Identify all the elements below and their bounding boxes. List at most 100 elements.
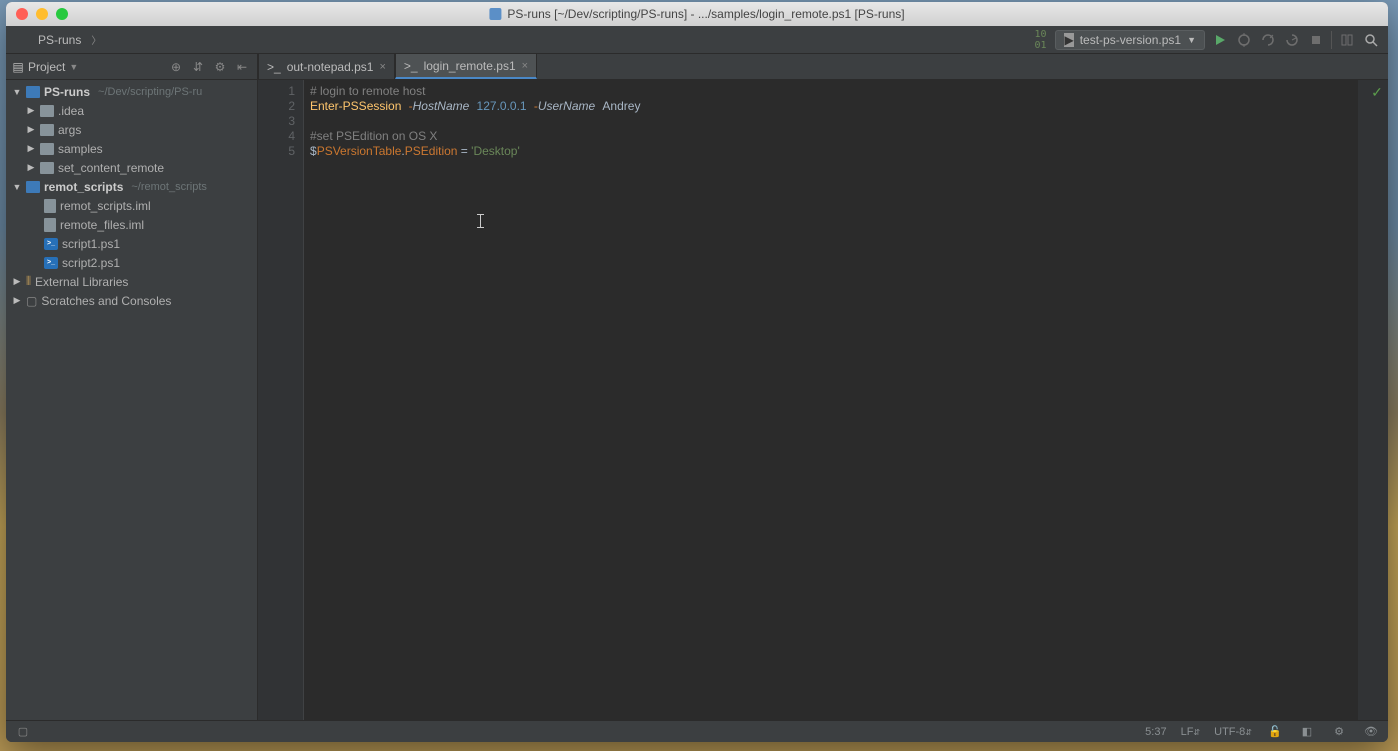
tab-out-notepad[interactable]: >_ out-notepad.ps1 × [258,54,395,79]
line-number: 5 [258,144,295,159]
scratches-icon: ▢ [26,294,37,308]
close-tab-icon[interactable]: × [522,60,528,72]
editor-tabbar: >_ out-notepad.ps1 × >_ login_remote.ps1… [258,54,1388,80]
project-view-dropdown-icon[interactable]: ▼ [69,62,78,72]
app-icon [489,8,501,20]
toolbar-divider [1331,31,1332,49]
caret-position[interactable]: 5:37 [1145,726,1166,738]
locate-file-icon[interactable]: ⊕ [167,58,185,76]
expand-arrow-icon[interactable]: ▶ [26,162,36,173]
close-window-icon[interactable] [16,8,28,20]
expand-arrow-icon[interactable]: ▶ [26,124,36,135]
expand-arrow-icon[interactable]: ▼ [12,87,22,97]
tree-label: remot_scripts.iml [60,199,151,213]
folder-icon [40,162,54,174]
error-stripe [1358,80,1370,720]
tree-item-remot-scripts-iml[interactable]: remot_scripts.iml [6,196,257,215]
line-separator-label: LF [1181,726,1194,738]
iml-file-icon [44,218,56,232]
powershell-file-icon: >_ [44,257,58,269]
run-config-label: test-ps-version.ps1 [1080,33,1181,47]
readonly-lock-icon[interactable]: 🔓 [1266,723,1284,741]
code-variable: PSVersionTable [317,144,402,158]
memory-indicator-icon[interactable]: ◧ [1298,723,1316,741]
close-tab-icon[interactable]: × [379,61,385,73]
maximize-window-icon[interactable] [56,8,68,20]
line-separator[interactable]: LF⇵ [1181,726,1201,738]
tree-item-remote-files-iml[interactable]: remote_files.iml [6,215,257,234]
traffic-lights [6,8,68,20]
notifications-icon[interactable]: 👁 [1362,723,1380,741]
tree-item-set-content-remote[interactable]: ▶ set_content_remote [6,158,257,177]
project-folder-icon [20,34,34,46]
editor-area: >_ out-notepad.ps1 × >_ login_remote.ps1… [258,54,1388,720]
code-command: Enter-PSSession [310,99,401,113]
project-tree: ▼ PS-runs ~/Dev/scripting/PS-ru ▶ .idea … [6,80,257,720]
tree-path: ~/remot_scripts [131,181,207,193]
module-root-icon [26,181,40,193]
tree-item-scratches[interactable]: ▶ ▢ Scratches and Consoles [6,291,257,310]
file-encoding[interactable]: UTF-8⇵ [1214,726,1252,738]
code-comment: # login to remote host [310,84,425,98]
project-tool-icon: ▤ [12,60,24,74]
expand-arrow-icon[interactable]: ▶ [12,295,22,306]
code-param: HostName [413,99,470,113]
inspection-ok-icon[interactable]: ✓ [1370,84,1384,101]
window-title-text: PS-runs [~/Dev/scripting/PS-runs] - .../… [507,7,904,21]
tree-item-ps-runs[interactable]: ▼ PS-runs ~/Dev/scripting/PS-ru [6,82,257,101]
code-comment: #set PSEdition on OS X [310,129,437,143]
ide-window: PS-runs [~/Dev/scripting/PS-runs] - .../… [6,2,1388,742]
code-property: PSEdition [405,144,458,158]
main-row: ▤ Project ▼ ⊕ ⇵ ⚙ ⇤ ▼ PS-runs ~/Dev/scri… [6,54,1388,720]
expand-arrow-icon[interactable]: ▶ [12,276,22,287]
hide-panel-icon[interactable]: ⇤ [233,58,251,76]
tree-label: samples [58,142,103,156]
stop-button[interactable] [1307,31,1325,49]
project-tool-header: ▤ Project ▼ ⊕ ⇵ ⚙ ⇤ [6,54,257,80]
tree-item-external-libraries[interactable]: ▶ ⫴ External Libraries [6,272,257,291]
coverage-button[interactable] [1259,31,1277,49]
powershell-file-icon: >_ [404,59,418,73]
tree-label: .idea [58,104,84,118]
debug-button[interactable] [1235,31,1253,49]
update-project-icon[interactable] [1338,31,1356,49]
text-cursor-icon [480,214,481,228]
line-number: 4 [258,129,295,144]
powershell-file-icon: >_ [44,238,58,250]
tree-label: remote_files.iml [60,218,144,232]
tree-label: script2.ps1 [62,256,120,270]
tree-label: set_content_remote [58,161,164,175]
inspection-gutter: ✓ [1370,80,1388,720]
tree-label: External Libraries [35,275,128,289]
tree-item-args[interactable]: ▶ args [6,120,257,139]
code-number: 127.0.0.1 [477,99,527,113]
ide-settings-gear-icon[interactable]: ⚙ [1330,723,1348,741]
tree-item-idea[interactable]: ▶ .idea [6,101,257,120]
toolbar-right: 1001 ▶ test-ps-version.ps1 ▼ [1031,30,1380,50]
tree-label: script1.ps1 [62,237,120,251]
settings-gear-icon[interactable]: ⚙ [211,58,229,76]
line-number: 2 [258,99,295,114]
run-configuration-selector[interactable]: ▶ test-ps-version.ps1 ▼ [1055,30,1205,50]
run-button[interactable] [1211,31,1229,49]
tab-login-remote[interactable]: >_ login_remote.ps1 × [395,54,537,79]
editor-body: 12345 # login to remote host Enter-PSSes… [258,80,1388,720]
tree-item-remot-scripts[interactable]: ▼ remot_scripts ~/remot_scripts [6,177,257,196]
expand-arrow-icon[interactable]: ▶ [26,105,36,116]
tool-window-toggle-icon[interactable]: ▢ [14,723,32,741]
search-everywhere-icon[interactable] [1362,31,1380,49]
line-number-gutter: 12345 [258,80,304,720]
tree-item-samples[interactable]: ▶ samples [6,139,257,158]
expand-all-icon[interactable]: ⇵ [189,58,207,76]
code-editor[interactable]: # login to remote host Enter-PSSession -… [304,80,1358,720]
tree-item-script2[interactable]: >_ script2.ps1 [6,253,257,272]
minimize-window-icon[interactable] [36,8,48,20]
expand-arrow-icon[interactable]: ▶ [26,143,36,154]
expand-arrow-icon[interactable]: ▼ [12,182,22,192]
breadcrumb-root[interactable]: PS-runs [14,31,87,49]
binary-tool-icon[interactable]: 1001 [1031,31,1049,49]
folder-icon [40,105,54,117]
tree-item-script1[interactable]: >_ script1.ps1 [6,234,257,253]
tree-label: args [58,123,81,137]
profiler-button[interactable] [1283,31,1301,49]
